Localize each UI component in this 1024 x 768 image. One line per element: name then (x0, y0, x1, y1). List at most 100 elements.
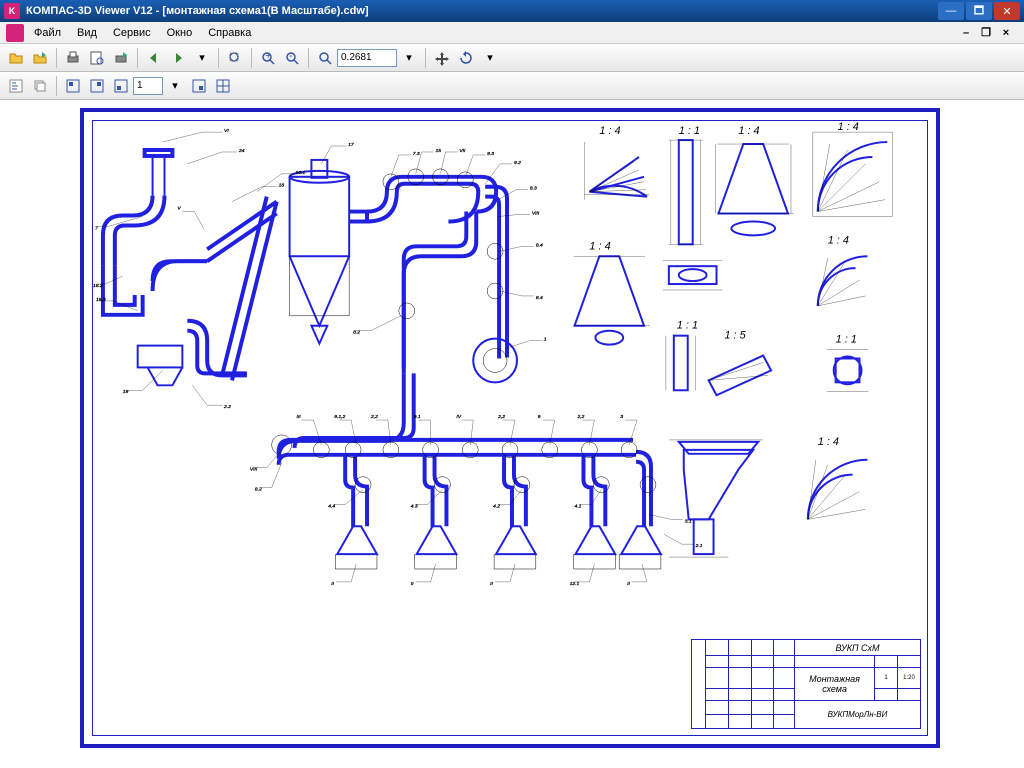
svg-text:8.4: 8.4 (536, 242, 543, 248)
svg-text:VIII: VIII (250, 467, 258, 473)
title-block: ВУКП СхМ Монтажная схема11:20 ВУКПМорЛн-… (691, 639, 921, 729)
mdi-close-button[interactable]: × (998, 25, 1014, 41)
close-button[interactable]: ✕ (994, 2, 1020, 20)
logo-icon (6, 24, 24, 42)
svg-text:1 : 4: 1 : 4 (738, 125, 759, 137)
svg-text:17: 17 (348, 142, 354, 148)
svg-text:9.3: 9.3 (487, 151, 494, 157)
forward-button[interactable] (167, 47, 189, 69)
svg-text:9.1,2: 9.1,2 (334, 414, 345, 420)
drawing-inner-frame: VI 24 7 18 10.1 17 7.3 15 VII 9.3 9.2 8.… (92, 120, 928, 736)
svg-text:1 : 4: 1 : 4 (818, 436, 839, 448)
zoom-in-button[interactable]: + (257, 47, 279, 69)
svg-text:II: II (490, 581, 493, 587)
svg-text:18: 18 (279, 183, 285, 189)
svg-text:V: V (177, 206, 181, 212)
svg-text:1 : 4: 1 : 4 (828, 234, 849, 246)
svg-text:12.1: 12.1 (570, 581, 580, 587)
svg-text:1 : 1: 1 : 1 (836, 334, 857, 346)
view5-button[interactable] (212, 75, 234, 97)
redraw-button[interactable] (455, 47, 477, 69)
svg-text:VI: VI (224, 128, 229, 134)
print-button[interactable] (62, 47, 84, 69)
svg-text:9.2: 9.2 (514, 160, 521, 166)
print-special-button[interactable] (110, 47, 132, 69)
svg-text:+: + (265, 50, 271, 62)
tb-scale: 1:20 (898, 668, 921, 689)
svg-text:II: II (627, 581, 630, 587)
zoom-fit-button[interactable] (224, 47, 246, 69)
page-input[interactable] (133, 77, 163, 95)
window-title: КОМПАС-3D Viewer V12 - [монтажная схема1… (26, 5, 936, 17)
svg-text:4.3: 4.3 (411, 503, 418, 509)
zoom-input[interactable] (337, 49, 397, 67)
svg-text:8.4: 8.4 (536, 295, 543, 301)
svg-text:4.2: 4.2 (493, 503, 500, 509)
svg-text:7: 7 (95, 225, 98, 231)
forward-dropdown[interactable]: ▾ (191, 47, 213, 69)
menu-view[interactable]: Вид (77, 27, 97, 39)
menu-window[interactable]: Окно (167, 27, 193, 39)
zoom-out-button[interactable]: - (281, 47, 303, 69)
menu-help[interactable]: Справка (208, 27, 251, 39)
tb-code: ВУКПМорЛн-ВИ (795, 700, 921, 728)
drawing-frame: VI 24 7 18 10.1 17 7.3 15 VII 9.3 9.2 8.… (80, 108, 940, 748)
menu-service[interactable]: Сервис (113, 27, 151, 39)
svg-text:19: 19 (123, 389, 129, 395)
mdi-minimize-button[interactable]: – (958, 25, 974, 41)
svg-text:3.1: 3.1 (685, 518, 692, 524)
zoom-dropdown[interactable]: ▾ (398, 47, 420, 69)
svg-text:10.1: 10.1 (296, 170, 306, 176)
svg-text:2.1: 2.1 (695, 543, 703, 549)
svg-text:1 : 4: 1 : 4 (589, 240, 610, 252)
svg-text:1 : 4: 1 : 4 (838, 121, 859, 133)
window-titlebar: K КОМПАС-3D Viewer V12 - [монтажная схем… (0, 0, 1024, 22)
tree-button[interactable] (5, 75, 27, 97)
layers-button[interactable] (29, 75, 51, 97)
svg-text:8.2: 8.2 (255, 487, 262, 493)
pan-button[interactable] (431, 47, 453, 69)
canvas-area[interactable]: VI 24 7 18 10.1 17 7.3 15 VII 9.3 9.2 8.… (0, 100, 1024, 768)
svg-text:VII: VII (459, 148, 466, 154)
svg-text:IV: IV (456, 414, 461, 420)
svg-text:7.3: 7.3 (413, 151, 420, 157)
back-button[interactable] (143, 47, 165, 69)
zoom-window-button[interactable] (314, 47, 336, 69)
svg-text:24: 24 (238, 148, 245, 154)
svg-text:9.1: 9.1 (414, 414, 421, 420)
svg-text:2,2: 2,2 (577, 414, 585, 420)
mdi-restore-button[interactable]: ❐ (978, 25, 994, 41)
toolbar-secondary: ▾ (0, 72, 1024, 100)
svg-text:1 : 1: 1 : 1 (677, 320, 698, 332)
view1-button[interactable] (62, 75, 84, 97)
svg-text:2,2: 2,2 (497, 414, 505, 420)
svg-text:VIII: VIII (532, 211, 540, 217)
print-preview-button[interactable] (86, 47, 108, 69)
app-icon: K (4, 3, 20, 19)
svg-text:2.2: 2.2 (223, 404, 231, 410)
open-button[interactable] (5, 47, 27, 69)
maximize-button[interactable]: 🗖 (966, 2, 992, 20)
svg-text:4.4: 4.4 (328, 503, 335, 509)
svg-text:4.1: 4.1 (575, 503, 582, 509)
svg-text:9: 9 (538, 414, 541, 420)
tb-org: ВУКП СхМ (795, 640, 921, 656)
svg-text:1 : 4: 1 : 4 (599, 125, 620, 137)
redraw-dropdown[interactable]: ▾ (479, 47, 501, 69)
open-folder-button[interactable] (29, 47, 51, 69)
svg-text:18.2: 18.2 (93, 283, 103, 289)
svg-text:1 : 5: 1 : 5 (724, 330, 746, 342)
tb-sheet: 1 (875, 668, 898, 689)
svg-text:18.3: 18.3 (96, 297, 106, 303)
minimize-button[interactable]: — (938, 2, 964, 20)
svg-text:II: II (331, 581, 334, 587)
view4-button[interactable] (188, 75, 210, 97)
tb-title: Монтажная схема (795, 668, 875, 701)
menu-file[interactable]: Файл (34, 27, 61, 39)
svg-text:8.3: 8.3 (530, 186, 537, 192)
view2-button[interactable] (86, 75, 108, 97)
view3-button[interactable] (110, 75, 132, 97)
page-dropdown[interactable]: ▾ (164, 75, 186, 97)
menubar: Файл Вид Сервис Окно Справка – ❐ × (0, 22, 1024, 44)
svg-text:1 : 1: 1 : 1 (679, 125, 700, 137)
